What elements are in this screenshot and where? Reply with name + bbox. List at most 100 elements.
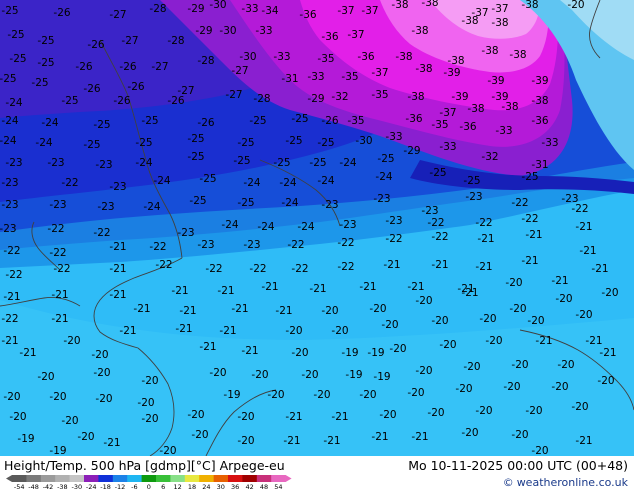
map-value-label: -27 [109, 9, 126, 21]
map-value-label: -22 [337, 237, 354, 249]
map-value-label: -21 [383, 259, 400, 271]
map-value-label: -20 [463, 361, 480, 373]
scale-label: -6 [131, 483, 137, 490]
map-value-label: -21 [359, 281, 376, 293]
map-value-label: -20 [321, 305, 338, 317]
map-value-label: -26 [75, 61, 92, 73]
map-value-label: -25 [521, 171, 538, 183]
scale-label: 0 [147, 483, 151, 490]
map-value-label: -20 [63, 335, 80, 347]
map-value-label: -20 [9, 411, 26, 423]
map-value-label: -20 [331, 325, 348, 337]
map-value-label: -28 [149, 3, 166, 15]
map-value-label: -21 [285, 411, 302, 423]
scale-swatch [213, 475, 229, 482]
map-value-label: -25 [0, 73, 17, 85]
map-value-label: -20 [567, 0, 584, 11]
map-value-label: -21 [109, 289, 126, 301]
map-value-label: -21 [275, 305, 292, 317]
map-value-label: -21 [477, 233, 494, 245]
map-value-label: -38 [509, 49, 526, 61]
scale-label: 30 [217, 483, 225, 490]
map-value-label: -21 [431, 259, 448, 271]
scale-label: -24 [86, 483, 97, 490]
map-value-label: -20 [575, 309, 592, 321]
map-value-label: -22 [53, 263, 70, 275]
map-value-label: -38 [415, 63, 432, 75]
map-value-label: -23 [97, 201, 114, 213]
map-value-label: -37 [491, 3, 508, 15]
map-value-label: -21 [579, 245, 596, 257]
map-value-label: -36 [357, 51, 374, 63]
map-value-label: -21 [19, 347, 36, 359]
map-value-label: -31 [281, 73, 298, 85]
map-value-label: -39 [443, 67, 460, 79]
map-value-label: -25 [61, 95, 78, 107]
map-value-label: -21 [1, 335, 18, 347]
map-value-label: -24 [317, 175, 334, 187]
map-value-label: -21 [109, 263, 126, 275]
map-value-label: -38 [531, 95, 548, 107]
scale-label: -30 [71, 483, 82, 490]
map-value-label: -25 [1, 5, 18, 17]
map-value-label: -33 [241, 3, 258, 15]
map-value-label: -21 [461, 287, 478, 299]
map-value-label: -19 [49, 445, 66, 456]
map-value-label: -22 [385, 233, 402, 245]
map-value-label: -25 [187, 151, 204, 163]
scale-label: -42 [43, 483, 54, 490]
map-value-label: -20 [49, 391, 66, 403]
scale-swatch [26, 475, 42, 482]
map-value-label: -24 [0, 135, 17, 147]
map-value-label: -30 [355, 135, 372, 147]
map-value-label: -39 [487, 75, 504, 87]
map-value-label: -37 [337, 5, 354, 17]
map-value-label: -25 [199, 173, 216, 185]
map-value-label: -25 [463, 175, 480, 187]
scale-swatch [98, 475, 114, 482]
map-value-label: -35 [347, 115, 364, 127]
map-value-label: -25 [273, 157, 290, 169]
scale-label: 36 [231, 483, 239, 490]
map-value-label: -28 [167, 35, 184, 47]
map-value-label: -20 [91, 349, 108, 361]
map-value-label: -24 [5, 97, 22, 109]
map-value-label: -23 [197, 239, 214, 251]
map-value-label: -25 [93, 119, 110, 131]
map-value-label: -20 [551, 381, 568, 393]
map-value-label: -38 [391, 0, 408, 11]
map-value-label: -20 [93, 367, 110, 379]
map-value-label: -37 [361, 5, 378, 17]
map-value-label: -20 [597, 375, 614, 387]
map-value-label: -24 [281, 197, 298, 209]
map-value-label: -36 [321, 31, 338, 43]
map-value-label: -26 [197, 117, 214, 129]
map-value-label: -20 [531, 445, 548, 456]
map-value-label: -22 [49, 247, 66, 259]
map-value-label: -21 [119, 325, 136, 337]
map-value-label: -21 [525, 229, 542, 241]
map-value-label: -29 [195, 25, 212, 37]
map-value-label: -23 [177, 227, 194, 239]
map-value-label: -20 [191, 429, 208, 441]
scale-label: -54 [14, 483, 25, 490]
map-value-label: -23 [373, 193, 390, 205]
map-value-label: -22 [149, 241, 166, 253]
map-value-label: -25 [237, 197, 254, 209]
map-value-label: -21 [51, 289, 68, 301]
map-value-label: -20 [427, 407, 444, 419]
map-value-label: -23 [465, 191, 482, 203]
map-value-label: -33 [255, 25, 272, 37]
map-value-label: -21 [407, 281, 424, 293]
map-value-label: -23 [321, 199, 338, 211]
map-value-label: -20 [455, 383, 472, 395]
map-value-label: -25 [37, 57, 54, 69]
map-value-label: -20 [479, 313, 496, 325]
scale-label: -12 [115, 483, 126, 490]
credit-link[interactable]: © weatheronline.co.uk [503, 476, 628, 489]
map-value-label: -20 [369, 303, 386, 315]
map-value-label: -20 [557, 359, 574, 371]
map-value-label: -26 [119, 61, 136, 73]
map-value-label: -33 [385, 131, 402, 143]
map-value-label: -22 [249, 263, 266, 275]
